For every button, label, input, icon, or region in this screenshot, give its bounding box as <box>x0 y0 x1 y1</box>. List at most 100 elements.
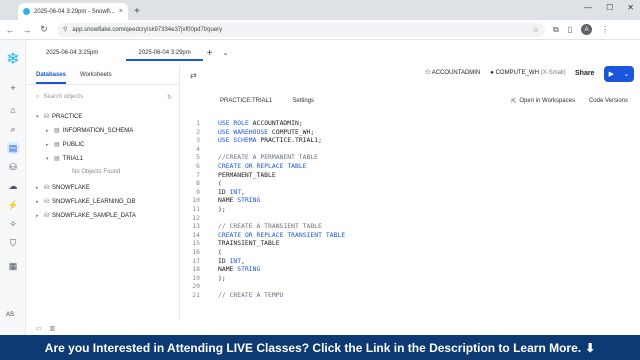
worksheet-tab-1[interactable]: 2025-06-04 3:25pm <box>34 45 110 61</box>
tree-node-snowflake[interactable]: ▸ ⛁ SNOWFLAKE <box>36 184 90 192</box>
bookmark-star-icon[interactable]: ☆ <box>533 26 539 34</box>
line-number: 14 <box>192 230 200 239</box>
role-selector[interactable]: ⚇ ACCOUNTADMIN <box>425 69 480 76</box>
new-tab-button[interactable]: + <box>134 6 140 20</box>
code-line[interactable]: CREATE OR REPLACE TABLE <box>218 162 307 170</box>
chevron-down-icon[interactable]: ▾ <box>36 114 41 120</box>
warehouse-selector[interactable]: ● COMPUTE_WH (X-Small) <box>490 70 565 76</box>
url-field[interactable]: ⚲ app.snowflake.com/qeedcry/sk97334e37jv… <box>57 22 545 37</box>
chevron-down-icon[interactable]: ⌄ <box>623 70 629 78</box>
code-line[interactable]: ( <box>218 248 222 256</box>
code-line[interactable]: ); <box>218 205 226 213</box>
share-button[interactable]: Share <box>567 66 602 82</box>
database-icon: ⛁ <box>44 185 50 191</box>
banner-text: Are you Interested in Attending LIVE Cla… <box>44 340 582 355</box>
tree-node-information-schema[interactable]: ▸ ▤ INFORMATION_SCHEMA <box>46 127 133 135</box>
site-info-icon[interactable]: ⚲ <box>63 26 67 33</box>
search-objects-field[interactable]: ⌕ Search objects ↻ <box>36 94 172 101</box>
monitoring-icon[interactable]: ⚡ <box>7 199 19 211</box>
tree-node-practice[interactable]: ▾ ⛁ PRACTICE <box>36 113 83 121</box>
sidepanel-icon[interactable]: ▯ <box>568 25 572 34</box>
code-line[interactable]: USE WAREHOUSE COMPUTE_WH; <box>218 128 314 136</box>
code-line[interactable]: PERMANENT_TABLE <box>218 171 276 179</box>
code-versions-button[interactable]: Code Versions <box>589 98 628 104</box>
ai-icon[interactable]: ✧ <box>7 218 19 230</box>
cloud-icon[interactable]: ☁ <box>7 180 19 192</box>
projects-icon[interactable]: ▤ <box>7 142 19 154</box>
search-icon[interactable]: ⌕ <box>7 123 19 135</box>
database-icon: ⛁ <box>44 199 50 205</box>
shield-icon[interactable]: ⛉ <box>7 237 19 249</box>
profile-avatar[interactable]: A <box>581 24 593 35</box>
tree-node-public[interactable]: ▸ ▤ PUBLIC <box>46 141 84 149</box>
worksheet-tabs: 2025-06-04 3:25pm 2025-06-04 3:29pm + ⌄ <box>26 40 640 66</box>
settings-dropdown[interactable]: Settings <box>292 98 314 104</box>
chevron-right-icon[interactable]: ▸ <box>36 213 41 219</box>
snowflake-logo-icon[interactable]: ❄ <box>5 52 21 68</box>
forward-icon[interactable]: → <box>20 25 34 35</box>
tab-databases[interactable]: Databases <box>36 72 67 84</box>
line-number: 3 <box>196 136 200 145</box>
close-tab-icon[interactable]: × <box>119 8 123 15</box>
chevron-right-icon[interactable]: ▸ <box>46 128 51 134</box>
code-line[interactable]: USE ROLE ACCOUNTADMIN; <box>218 119 303 127</box>
tree-node-trial1[interactable]: ▾ ▤ TRIAL1 <box>46 155 83 163</box>
marketplace-icon[interactable]: ▦ <box>7 260 19 272</box>
filter-icon[interactable]: ⇄ <box>190 71 197 80</box>
line-number: 20 <box>192 282 200 291</box>
refresh-icon[interactable]: ↻ <box>167 94 172 101</box>
code-line[interactable]: ID INT, <box>218 257 245 265</box>
panel-toggle-icon[interactable]: ▭ <box>36 325 42 332</box>
browser-menu-icon[interactable]: ⋮ <box>601 25 609 34</box>
code-line[interactable]: // CREATE A TRANSIENT TABLE <box>218 222 322 230</box>
warehouse-size: (X-Small) <box>540 69 566 76</box>
browser-tab-title: 2025-06-04 3:29pm - Snowfl... <box>34 8 115 15</box>
new-worksheet-button[interactable]: + <box>207 48 213 59</box>
tree-node-label: SNOWFLAKE_LEARNING_DB <box>52 198 136 205</box>
chevron-right-icon[interactable]: ▸ <box>36 199 41 205</box>
tab-worksheets[interactable]: Worksheets <box>80 72 112 84</box>
tree-node-snowflake-sample-data[interactable]: ▸ ⛁ SNOWFLAKE_SAMPLE_DATA <box>36 212 136 220</box>
sql-editor[interactable]: 1 USE ROLE ACCOUNTADMIN; 2 USE WAREHOUSE CO… <box>180 114 640 320</box>
data-icon[interactable]: ⛁ <box>7 161 19 173</box>
search-placeholder: Search objects <box>43 94 84 100</box>
context-selectors: ⚇ ACCOUNTADMIN ● COMPUTE_WH (X-Small) <box>425 69 566 77</box>
tree-node-label: PRACTICE <box>52 113 83 120</box>
chevron-right-icon[interactable]: ▸ <box>36 185 41 191</box>
code-line[interactable]: USE SCHEMA PRACTICE.TRIAL1; <box>218 136 322 144</box>
code-line[interactable]: ); <box>218 274 226 282</box>
tree-node-snowflake-learning-db[interactable]: ▸ ⛁ SNOWFLAKE_LEARNING_DB <box>36 198 136 206</box>
promo-banner[interactable]: Are you Interested in Attending LIVE Cla… <box>0 335 640 360</box>
code-line[interactable]: // CREATE A TEMPO <box>218 291 283 299</box>
open-in-workspaces-link[interactable]: ⇱ Open in Workspaces <box>511 98 575 105</box>
back-icon[interactable]: ← <box>3 25 17 35</box>
line-number: 11 <box>192 205 200 213</box>
code-line[interactable]: NAME STRING <box>218 265 260 273</box>
chevron-down-icon[interactable]: ⌄ <box>223 49 229 57</box>
code-line[interactable]: CREATE OR REPLACE TRANSIENT TABLE <box>218 231 345 239</box>
chevron-right-icon[interactable]: ▸ <box>46 142 51 148</box>
user-initials[interactable]: AS <box>6 312 14 318</box>
code-line[interactable]: //CREATE A PERMANENT TABLE <box>218 153 318 161</box>
code-line[interactable]: ID INT, <box>218 188 245 196</box>
run-button[interactable]: ▶ ⌄ <box>604 66 634 82</box>
line-number: 1 <box>196 119 200 127</box>
code-line[interactable]: ( <box>218 179 222 187</box>
line-number: 10 <box>192 196 200 205</box>
maximize-icon[interactable]: ☐ <box>606 3 613 12</box>
home-icon[interactable]: ⌂ <box>7 104 19 116</box>
browser-tab[interactable]: 2025-06-04 3:29pm - Snowfl... × <box>18 3 128 20</box>
minimize-icon[interactable]: — <box>584 3 592 12</box>
layout-icon[interactable]: ▥ <box>50 325 56 332</box>
add-icon[interactable]: + <box>7 82 19 94</box>
database-schema-selector[interactable]: PRACTICE.TRIAL1 <box>220 98 272 104</box>
status-bar: ▭ ▥ <box>26 322 640 335</box>
code-line[interactable]: NAME STRING <box>218 196 260 204</box>
reload-icon[interactable]: ↻ <box>37 24 51 35</box>
schema-icon: ▤ <box>54 156 60 162</box>
chevron-down-icon[interactable]: ▾ <box>46 156 51 162</box>
close-window-icon[interactable]: ✕ <box>627 3 634 12</box>
worksheet-tab-2[interactable]: 2025-06-04 3:29pm <box>126 45 203 61</box>
code-line[interactable]: TRAINSIENT_TABLE <box>218 239 280 247</box>
extensions-icon[interactable]: ⧉ <box>553 25 559 35</box>
